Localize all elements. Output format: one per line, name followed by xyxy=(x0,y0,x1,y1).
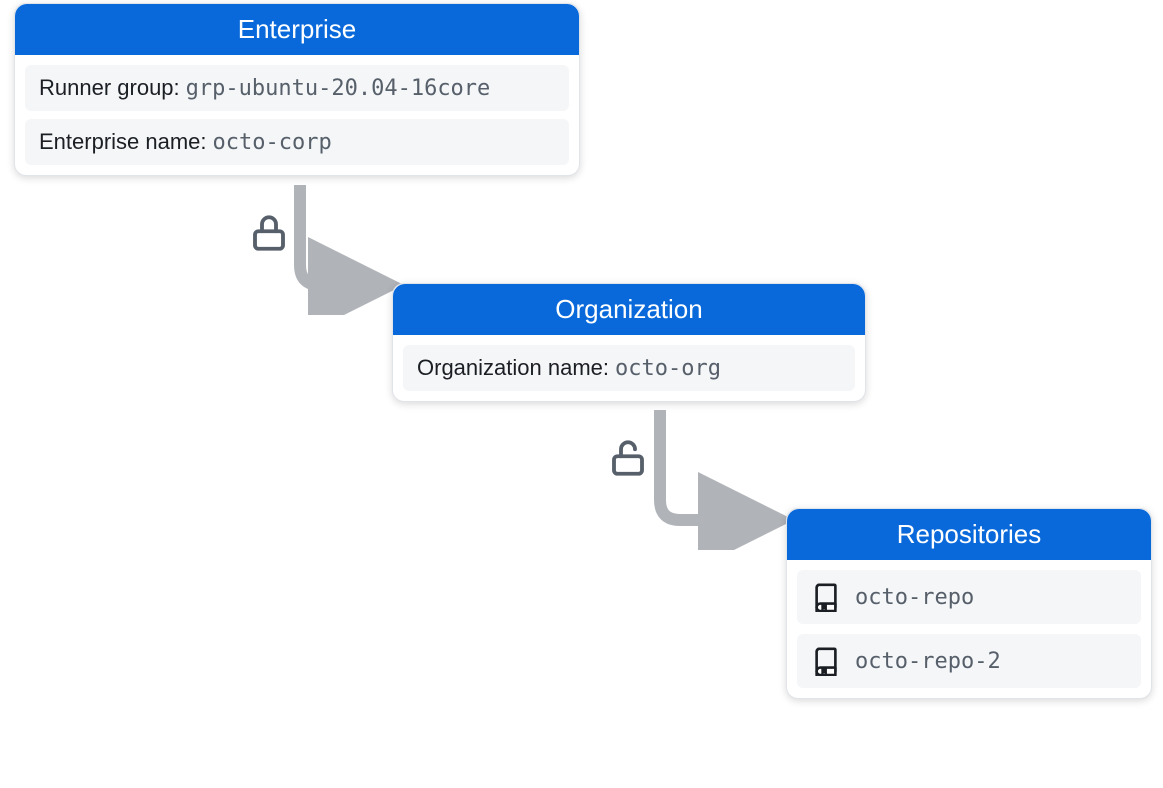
organization-name-field: Organization name: octo-org xyxy=(403,345,855,391)
repository-item: octo-repo-2 xyxy=(797,634,1141,688)
organization-body: Organization name: octo-org xyxy=(393,335,865,401)
repository-name: octo-repo xyxy=(855,585,974,610)
enterprise-body: Runner group: grp-ubuntu-20.04-16core En… xyxy=(15,55,579,175)
enterprise-to-organization-arrow xyxy=(280,185,410,315)
organization-header: Organization xyxy=(393,284,865,335)
runner-group-label: Runner group: xyxy=(39,75,180,101)
enterprise-name-value: octo-corp xyxy=(213,130,332,155)
repository-name: octo-repo-2 xyxy=(855,649,1001,674)
enterprise-name-label: Enterprise name: xyxy=(39,129,207,155)
enterprise-header: Enterprise xyxy=(15,4,579,55)
runner-group-field: Runner group: grp-ubuntu-20.04-16core xyxy=(25,65,569,111)
repo-icon xyxy=(811,582,841,612)
enterprise-card: Enterprise Runner group: grp-ubuntu-20.0… xyxy=(14,3,580,176)
organization-name-value: octo-org xyxy=(615,356,721,381)
repo-icon xyxy=(811,646,841,676)
repositories-title: Repositories xyxy=(897,519,1042,549)
lock-closed-icon xyxy=(248,212,290,254)
lock-open-icon xyxy=(607,437,649,479)
runner-group-value: grp-ubuntu-20.04-16core xyxy=(186,76,491,101)
repository-item: octo-repo xyxy=(797,570,1141,624)
organization-title: Organization xyxy=(555,294,702,324)
organization-card: Organization Organization name: octo-org xyxy=(392,283,866,402)
repositories-card: Repositories octo-repo octo-repo-2 xyxy=(786,508,1152,699)
repositories-body: octo-repo octo-repo-2 xyxy=(787,560,1151,698)
organization-to-repositories-arrow xyxy=(640,410,800,550)
repositories-header: Repositories xyxy=(787,509,1151,560)
organization-name-label: Organization name: xyxy=(417,355,609,381)
enterprise-name-field: Enterprise name: octo-corp xyxy=(25,119,569,165)
enterprise-title: Enterprise xyxy=(238,14,357,44)
